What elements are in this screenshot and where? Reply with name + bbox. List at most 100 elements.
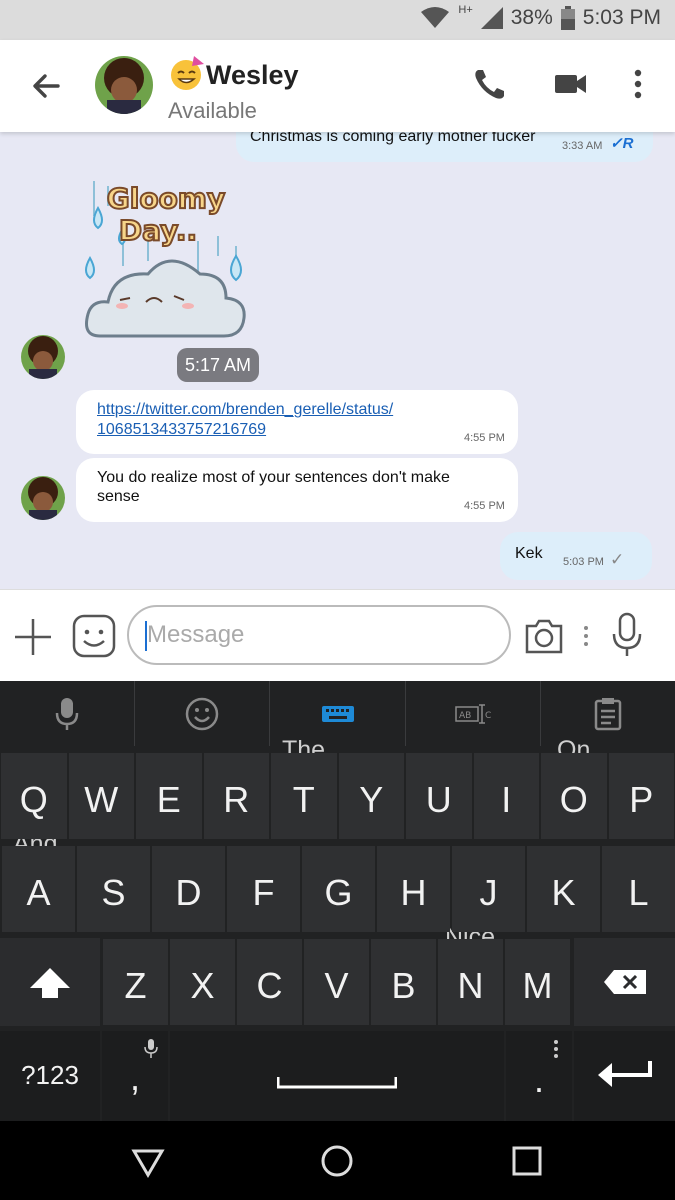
period-key[interactable]: . [506,1031,572,1121]
contact-name[interactable]: Wesley [206,60,299,91]
contact-avatar-small[interactable] [21,476,65,520]
message-bubble-incoming[interactable]: You do realize most of your sentences do… [76,458,518,522]
more-symbols-icon [554,1040,558,1058]
mic-shortcut-icon [144,1039,158,1058]
recents-square-icon[interactable] [507,1141,547,1181]
key-c[interactable]: C [237,939,302,1025]
voice-input-tool[interactable] [0,681,136,746]
video-call-icon[interactable] [551,64,591,104]
message-input[interactable]: Message [127,605,511,665]
phone-icon[interactable] [470,64,510,104]
key-l[interactable]: L [602,846,675,932]
microphone-icon[interactable] [610,612,644,658]
shift-arrow-icon [30,968,70,998]
key-m[interactable]: M [505,939,570,1025]
key-e[interactable]: E [136,753,202,839]
microphone-icon [55,697,79,730]
key-z[interactable]: Z [103,939,168,1025]
key-q[interactable]: Q [1,753,67,839]
key-f[interactable]: F [227,846,300,932]
back-triangle-icon[interactable] [128,1141,168,1181]
space-key[interactable] [170,1031,504,1121]
key-v[interactable]: V [304,939,369,1025]
key-u[interactable]: U [406,753,472,839]
contact-avatar[interactable] [95,56,153,114]
signal-icon [480,7,503,29]
message-time: 4:55 PM [464,432,505,444]
clipboard-icon [594,697,622,730]
emoji-tool[interactable] [135,681,271,746]
battery-icon [560,6,575,30]
key-w[interactable]: W [68,753,134,839]
sticker-text-line1: Gloomy [107,182,225,215]
home-circle-icon[interactable] [317,1141,357,1181]
comma-key[interactable]: , [102,1031,168,1121]
read-receipt-icon: ✓R [610,135,634,152]
space-bar-icon [277,1077,397,1089]
system-navigation-bar [0,1121,675,1200]
sad-cloud-sticker-icon: Gloomy Day.. [85,181,246,338]
more-options-icon[interactable] [620,64,656,104]
key-g[interactable]: G [302,846,375,932]
key-x[interactable]: X [170,939,235,1025]
message-bubble-outgoing[interactable]: Christmas is coming early mother fucker … [236,132,653,162]
on-screen-keyboard: AB C The On And Nice QWERTYUIOP ASDFGHJK… [0,681,675,1121]
enter-key[interactable] [574,1031,675,1121]
key-a[interactable]: A [2,846,75,932]
key-o[interactable]: O [541,753,607,839]
key-r[interactable]: R [203,753,269,839]
message-link[interactable]: https://twitter.com/brenden_gerelle/stat… [97,400,393,440]
message-time: 4:55 PM [464,500,505,512]
status-bar: H+ 38% 5:03 PM [0,0,675,40]
battery-percent: 38% [510,6,553,29]
key-p[interactable]: P [608,753,674,839]
contact-presence: Available [168,98,257,123]
emoji-icon [186,697,219,730]
network-type: H+ [458,4,473,16]
key-d[interactable]: D [152,846,225,932]
sticker-gloomy-day[interactable]: Gloomy Day.. [78,176,253,346]
symbols-key[interactable]: ?123 [0,1031,100,1121]
message-text: You do realize most of your sentences do… [97,469,450,505]
sent-check-icon: ✓ [610,550,625,569]
backspace-icon [604,970,646,994]
message-time: 3:33 AM [562,140,603,152]
svg-text:C: C [485,711,491,721]
key-k[interactable]: K [527,846,600,932]
message-bubble-incoming[interactable]: https://twitter.com/brenden_gerelle/stat… [76,390,518,454]
key-j[interactable]: J [452,846,525,932]
back-arrow-icon[interactable] [28,68,64,104]
key-h[interactable]: H [377,846,450,932]
key-i[interactable]: I [473,753,539,839]
key-y[interactable]: Y [338,753,404,839]
backspace-key[interactable] [574,938,675,1026]
message-time: 5:03 PM [563,556,604,568]
key-t[interactable]: T [271,753,337,839]
message-text: Christmas is coming early mother fucker [250,132,536,145]
chat-messages-area[interactable]: Christmas is coming early mother fucker … [0,132,675,589]
sticker-picker-icon[interactable] [72,614,116,658]
more-icon[interactable] [580,624,592,648]
sticker-text-line2: Day.. [119,214,197,247]
party-face-icon [171,56,204,90]
contact-avatar-small[interactable] [21,335,65,379]
message-text: Kek [515,545,543,562]
svg-text:AB: AB [459,711,471,721]
plus-icon[interactable] [12,616,54,658]
shift-key[interactable] [0,938,100,1026]
text-correction-tool[interactable]: AB C [406,681,541,746]
key-n[interactable]: N [438,939,503,1025]
text-cursor [145,621,147,651]
camera-icon[interactable] [523,616,565,656]
clock: 5:03 PM [582,6,661,29]
message-composer: Message [0,589,675,681]
message-bubble-outgoing[interactable]: Kek 5:03 PM ✓ [500,532,652,580]
key-s[interactable]: S [77,846,150,932]
key-b[interactable]: B [371,939,436,1025]
sticker-time-pill: 5:17 AM [177,348,259,382]
enter-icon [598,1061,652,1087]
wifi-icon [421,7,450,28]
spellcheck-icon: AB C [454,703,491,724]
message-placeholder: Message [147,621,245,648]
keyboard-icon [321,705,354,722]
